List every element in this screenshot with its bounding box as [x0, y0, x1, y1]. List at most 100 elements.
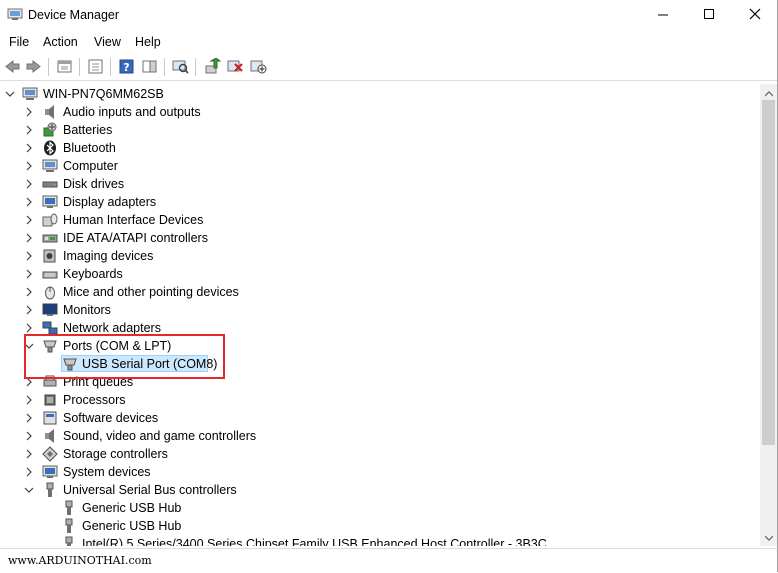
menu-bar: File Action View Help: [0, 31, 778, 53]
maximize-button[interactable]: [686, 0, 732, 28]
usb-icon: [65, 500, 73, 515]
disable-icon[interactable]: [250, 58, 267, 75]
tree-item-ide[interactable]: IDE ATA/ATAPI controllers: [0, 229, 760, 247]
processor-icon: [44, 394, 56, 406]
tree-root-label: WIN-PN7Q6MM62SB: [43, 87, 164, 101]
camera-icon: [43, 249, 56, 263]
chevron-right-icon[interactable]: [24, 250, 34, 262]
tree-item-label: Generic USB Hub: [82, 519, 182, 533]
chevron-right-icon[interactable]: [24, 268, 34, 280]
tree-item-software-devices[interactable]: Software devices: [0, 409, 760, 427]
tree-item-generic-usb-hub[interactable]: Generic USB Hub: [0, 517, 760, 535]
tree-item-disk-drives[interactable]: Disk drives: [0, 175, 760, 193]
tree-item-label: Batteries: [63, 123, 113, 137]
status-bar: www.ARDUINOTHAI.com: [0, 548, 778, 573]
tree-item-storage-controllers[interactable]: Storage controllers: [0, 445, 760, 463]
menu-action[interactable]: Action: [43, 35, 78, 49]
action-pane-icon[interactable]: [141, 58, 158, 75]
tree-item-label: Audio inputs and outputs: [63, 105, 201, 119]
tree-item-hid[interactable]: Human Interface Devices: [0, 211, 760, 229]
tree-item-display-adapters[interactable]: Display adapters: [0, 193, 760, 211]
chevron-down-icon[interactable]: [5, 88, 15, 100]
speaker-icon: [45, 429, 54, 443]
tree-item-label: Network adapters: [63, 321, 161, 335]
tree-item-label: Display adapters: [63, 195, 157, 209]
tree-item-label: Monitors: [63, 303, 111, 317]
chevron-right-icon[interactable]: [24, 160, 34, 172]
tree-item-label: Computer: [63, 159, 118, 173]
computer-icon: [42, 159, 58, 172]
tree-item-monitors[interactable]: Monitors: [0, 301, 760, 319]
properties-icon[interactable]: [56, 58, 73, 75]
tree-item-label: Keyboards: [63, 267, 123, 281]
update-driver-icon[interactable]: [204, 58, 221, 75]
scroll-down-button[interactable]: [760, 530, 777, 546]
bluetooth-icon: [44, 140, 56, 156]
tree-item-batteries[interactable]: Batteries: [0, 121, 760, 139]
display-adapter-icon: [42, 195, 58, 208]
system-device-icon: [42, 465, 58, 478]
chevron-right-icon[interactable]: [24, 142, 34, 154]
tree-item-bluetooth[interactable]: Bluetooth: [0, 139, 760, 157]
chevron-right-icon[interactable]: [24, 232, 34, 244]
chevron-right-icon[interactable]: [24, 430, 34, 442]
menu-view[interactable]: View: [94, 35, 121, 49]
usb-icon: [65, 518, 73, 533]
tree-item-label: System devices: [63, 465, 151, 479]
tree-item-label: Generic USB Hub: [82, 501, 182, 515]
toolbar-separator: [48, 58, 49, 76]
forward-icon[interactable]: [25, 58, 42, 75]
chevron-down-icon[interactable]: [24, 484, 34, 496]
scrollbar-thumb[interactable]: [762, 100, 775, 445]
scan-hardware-icon[interactable]: [172, 58, 189, 75]
tree-item-label: Imaging devices: [63, 249, 154, 263]
window-title: Device Manager: [28, 8, 120, 22]
annotation-highlight-box: [24, 334, 225, 379]
chevron-right-icon[interactable]: [24, 466, 34, 478]
minimize-button[interactable]: [640, 0, 686, 28]
tree-item-processors[interactable]: Processors: [0, 391, 760, 409]
tree-item-computer[interactable]: Computer: [0, 157, 760, 175]
toolbar-separator: [195, 58, 196, 76]
tree-item-mice[interactable]: Mice and other pointing devices: [0, 283, 760, 301]
chevron-right-icon[interactable]: [24, 124, 34, 136]
device-tree: WIN-PN7Q6MM62SB Audio inputs and outputs…: [0, 84, 760, 546]
uninstall-icon[interactable]: [227, 58, 244, 75]
back-icon[interactable]: [4, 58, 21, 75]
chevron-right-icon[interactable]: [24, 178, 34, 190]
chevron-right-icon[interactable]: [24, 412, 34, 424]
keyboard-icon: [42, 271, 58, 279]
tree-item-intel-usb-host-controller[interactable]: Intel(R) 5 Series/3400 Series Chipset Fa…: [0, 535, 760, 546]
help-icon[interactable]: ?: [118, 58, 135, 75]
chevron-right-icon[interactable]: [24, 322, 34, 334]
show-hide-tree-icon[interactable]: [87, 58, 104, 75]
maximize-icon: [704, 9, 714, 19]
tree-item-label: Software devices: [63, 411, 159, 425]
tree-item-label: Mice and other pointing devices: [63, 285, 239, 299]
mouse-icon: [45, 286, 55, 300]
chevron-right-icon[interactable]: [24, 394, 34, 406]
tree-item-system-devices[interactable]: System devices: [0, 463, 760, 481]
tree-item-audio[interactable]: Audio inputs and outputs: [0, 103, 760, 121]
tree-item-usb-controllers[interactable]: Universal Serial Bus controllers: [0, 481, 760, 499]
chevron-right-icon[interactable]: [24, 448, 34, 460]
tree-root[interactable]: WIN-PN7Q6MM62SB: [0, 85, 760, 103]
monitor-icon: [42, 303, 58, 316]
scroll-up-icon: [764, 91, 773, 97]
tree-item-sound-video[interactable]: Sound, video and game controllers: [0, 427, 760, 445]
chevron-right-icon[interactable]: [24, 286, 34, 298]
tree-item-keyboards[interactable]: Keyboards: [0, 265, 760, 283]
title-bar: Device Manager: [0, 0, 778, 30]
watermark: www.ARDUINOTHAI.com: [8, 554, 152, 567]
chevron-right-icon[interactable]: [24, 196, 34, 208]
tree-item-generic-usb-hub[interactable]: Generic USB Hub: [0, 499, 760, 517]
tree-item-label: Disk drives: [63, 177, 125, 191]
close-button[interactable]: [732, 0, 778, 28]
tree-item-imaging[interactable]: Imaging devices: [0, 247, 760, 265]
menu-file[interactable]: File: [9, 35, 29, 49]
chevron-right-icon[interactable]: [24, 106, 34, 118]
chevron-right-icon[interactable]: [24, 214, 34, 226]
chevron-right-icon[interactable]: [24, 304, 34, 316]
close-icon: [749, 8, 761, 20]
menu-help[interactable]: Help: [135, 35, 161, 49]
